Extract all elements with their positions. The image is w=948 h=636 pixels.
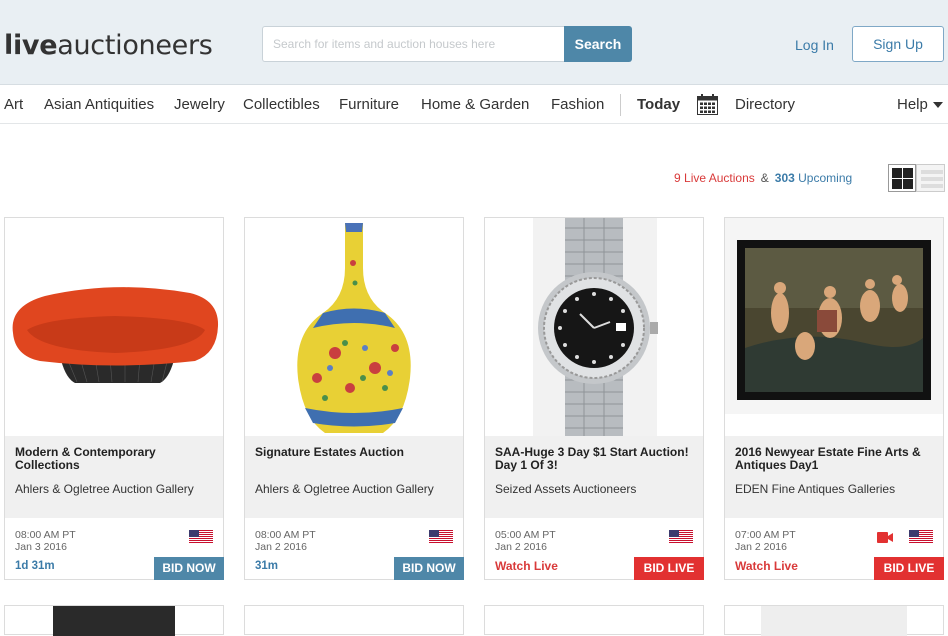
login-link[interactable]: Log In xyxy=(795,37,834,53)
upcoming-count-number: 303 xyxy=(774,171,795,185)
nav-item-furniture[interactable]: Furniture xyxy=(339,96,399,113)
auction-house[interactable]: EDEN Fine Antiques Galleries xyxy=(735,482,933,496)
upcoming-auctions-link[interactable]: 303 Upcoming xyxy=(775,171,852,185)
nav-item-asian-antiquities[interactable]: Asian Antiquities xyxy=(44,96,154,113)
auction-image-watch[interactable] xyxy=(485,218,703,436)
nav-item-collectibles[interactable]: Collectibles xyxy=(243,96,320,113)
auction-footer: 08:00 AM PT Jan 3 2016 1d 31m BID NOW xyxy=(5,518,224,580)
us-flag-icon xyxy=(909,530,933,543)
live-count-number: 9 xyxy=(674,171,681,185)
category-nav: Art Asian Antiquities Jewelry Collectibl… xyxy=(0,86,948,124)
us-flag-icon xyxy=(189,530,213,543)
yellow-vase-image xyxy=(297,223,411,433)
auction-house[interactable]: Seized Assets Auctioneers xyxy=(495,482,693,496)
nav-item-jewelry[interactable]: Jewelry xyxy=(174,96,225,113)
nav-item-home-garden[interactable]: Home & Garden xyxy=(421,96,529,113)
auction-image-painting[interactable] xyxy=(725,218,943,436)
auction-time: 08:00 AM PT Jan 3 2016 xyxy=(15,529,76,553)
auction-footer: 07:00 AM PT Jan 2 2016 Watch Live BID LIV… xyxy=(725,518,944,580)
calendar-icon[interactable] xyxy=(697,94,718,115)
auction-info: 2016 Newyear Estate Fine Arts & Antiques… xyxy=(725,436,943,518)
auction-time: 07:00 AM PT Jan 2 2016 xyxy=(735,529,796,553)
nav-item-today[interactable]: Today xyxy=(637,96,680,113)
site-header: liveauctioneers Search Log In Sign Up xyxy=(0,0,948,85)
auction-date: Jan 2 2016 xyxy=(735,541,787,553)
auction-card[interactable]: Signature Estates Auction Ahlers & Oglet… xyxy=(244,217,464,580)
auction-title[interactable]: Signature Estates Auction xyxy=(255,446,453,459)
auction-footer: 05:00 AM PT Jan 2 2016 Watch Live BID LIV… xyxy=(485,518,704,580)
search-input[interactable] xyxy=(262,26,566,62)
auction-card[interactable] xyxy=(4,605,224,636)
auction-card[interactable]: SAA-Huge 3 Day $1 Start Auction! Day 1 O… xyxy=(484,217,704,580)
watch-live-link[interactable]: Watch Live xyxy=(495,559,558,573)
auction-card[interactable]: 2016 Newyear Estate Fine Arts & Antiques… xyxy=(724,217,944,580)
auction-card[interactable] xyxy=(724,605,944,636)
nav-item-art[interactable]: Art xyxy=(4,96,23,113)
orange-sofa-image xyxy=(12,287,219,383)
auction-footer: 08:00 AM PT Jan 2 2016 31m BID NOW xyxy=(245,518,464,580)
auction-card[interactable] xyxy=(244,605,464,635)
auction-info: Modern & Contemporary Collections Ahlers… xyxy=(5,436,223,518)
auction-time: 05:00 AM PT Jan 2 2016 xyxy=(495,529,556,553)
auction-house[interactable]: Ahlers & Ogletree Auction Gallery xyxy=(15,482,213,496)
auction-house[interactable]: Ahlers & Ogletree Auction Gallery xyxy=(255,482,453,496)
live-auctions-link[interactable]: 9 Live Auctions xyxy=(674,171,755,185)
auction-image-sofa[interactable] xyxy=(5,218,223,436)
video-camera-icon xyxy=(877,532,893,543)
auction-date: Jan 2 2016 xyxy=(495,541,547,553)
auction-start-time: 07:00 AM PT xyxy=(735,529,796,541)
auction-date: Jan 2 2016 xyxy=(255,541,307,553)
time-remaining: 31m xyxy=(255,560,279,572)
auction-start-time: 08:00 AM PT xyxy=(255,529,316,541)
watch-live-link[interactable]: Watch Live xyxy=(735,559,798,573)
live-count-label: Live Auctions xyxy=(684,171,755,185)
bid-live-button[interactable]: BID LIVE xyxy=(634,557,704,580)
bid-live-button[interactable]: BID LIVE xyxy=(874,557,944,580)
auction-time: 08:00 AM PT Jan 2 2016 xyxy=(255,529,316,553)
auction-title[interactable]: SAA-Huge 3 Day $1 Start Auction! Day 1 O… xyxy=(495,446,693,472)
auction-info: Signature Estates Auction Ahlers & Oglet… xyxy=(245,436,463,518)
upcoming-count-label: Upcoming xyxy=(798,171,853,185)
view-toggle xyxy=(888,164,945,192)
auction-image xyxy=(53,606,175,636)
nav-item-directory[interactable]: Directory xyxy=(735,96,795,113)
time-remaining: 1d 31m xyxy=(15,560,55,572)
auction-image-vase[interactable] xyxy=(245,218,463,436)
grid-view-icon[interactable] xyxy=(888,164,916,192)
help-menu[interactable]: Help xyxy=(897,96,943,113)
auction-start-time: 05:00 AM PT xyxy=(495,529,556,541)
site-logo[interactable]: liveauctioneers xyxy=(4,30,213,61)
auction-image xyxy=(761,606,907,636)
us-flag-icon xyxy=(429,530,453,543)
signup-button[interactable]: Sign Up xyxy=(852,26,944,62)
nav-item-fashion[interactable]: Fashion xyxy=(551,96,604,113)
bid-now-button[interactable]: BID NOW xyxy=(394,557,464,580)
search-button[interactable]: Search xyxy=(564,26,632,62)
help-label: Help xyxy=(897,96,928,113)
auction-title[interactable]: 2016 Newyear Estate Fine Arts & Antiques… xyxy=(735,446,933,472)
auction-card[interactable] xyxy=(484,605,704,635)
auction-title[interactable]: Modern & Contemporary Collections xyxy=(15,446,213,472)
us-flag-icon xyxy=(669,530,693,543)
search-bar: Search xyxy=(262,26,632,62)
auction-info: SAA-Huge 3 Day $1 Start Auction! Day 1 O… xyxy=(485,436,703,518)
auction-counts: 9 Live Auctions & 303 Upcoming xyxy=(674,171,852,185)
rolex-watch-image xyxy=(533,218,658,436)
list-view-icon[interactable] xyxy=(916,164,945,192)
bid-now-button[interactable]: BID NOW xyxy=(154,557,224,580)
framed-painting-image xyxy=(725,218,943,414)
logo-text: auctioneers xyxy=(57,30,213,61)
auction-card[interactable]: Modern & Contemporary Collections Ahlers… xyxy=(4,217,224,580)
chevron-down-icon xyxy=(932,102,943,109)
nav-divider xyxy=(620,94,621,116)
logo-text-bold: live xyxy=(4,30,58,61)
count-separator: & xyxy=(760,171,769,185)
auction-date: Jan 3 2016 xyxy=(15,541,67,553)
auction-start-time: 08:00 AM PT xyxy=(15,529,76,541)
